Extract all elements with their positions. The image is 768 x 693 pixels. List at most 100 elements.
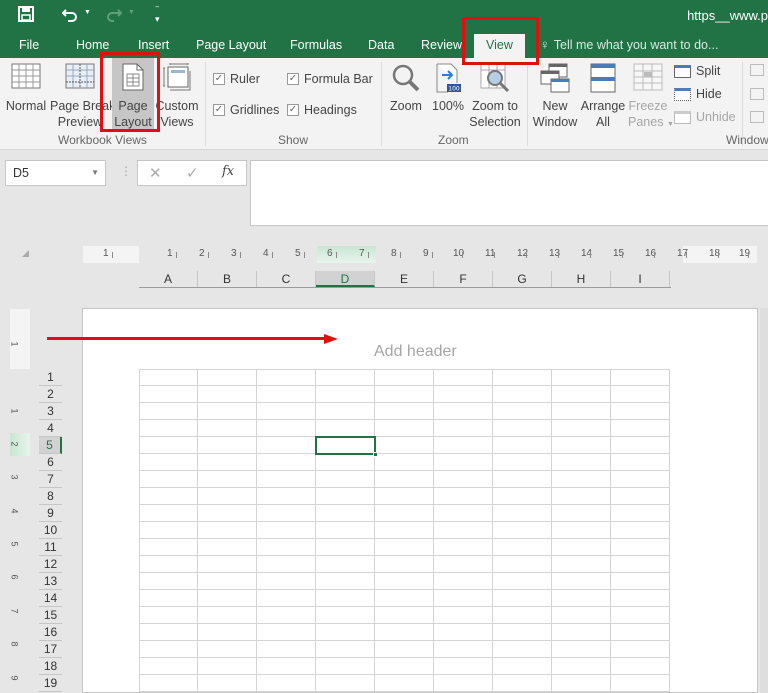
row-header-5[interactable]: 5	[39, 437, 62, 454]
cell-e8[interactable]	[375, 488, 434, 505]
row-header-2[interactable]: 2	[39, 386, 62, 403]
cell-a2[interactable]	[139, 386, 198, 403]
row-header-17[interactable]: 17	[39, 641, 62, 658]
cell-d11[interactable]	[316, 539, 375, 556]
cell-c19[interactable]	[257, 675, 316, 692]
cell-a19[interactable]	[139, 675, 198, 692]
cell-i8[interactable]	[611, 488, 670, 505]
cell-h15[interactable]	[552, 607, 611, 624]
vertical-scrollbar[interactable]	[760, 308, 768, 693]
cell-i4[interactable]	[611, 420, 670, 437]
cell-h1[interactable]	[552, 369, 611, 386]
cell-b3[interactable]	[198, 403, 257, 420]
cell-e18[interactable]	[375, 658, 434, 675]
arrange-all-button[interactable]: Arrange All	[580, 58, 626, 130]
cell-g2[interactable]	[493, 386, 552, 403]
undo-dropdown-icon[interactable]: ▼	[84, 9, 91, 16]
cell-f11[interactable]	[434, 539, 493, 556]
cell-b2[interactable]	[198, 386, 257, 403]
cell-f12[interactable]	[434, 556, 493, 573]
row-header-12[interactable]: 12	[39, 556, 62, 573]
cell-e11[interactable]	[375, 539, 434, 556]
page-layout-view-button[interactable]: Page Layout	[112, 58, 154, 130]
cell-d13[interactable]	[316, 573, 375, 590]
tab-data[interactable]: Data	[368, 34, 394, 58]
cell-h17[interactable]	[552, 641, 611, 658]
cell-a5[interactable]	[139, 437, 198, 454]
cell-b1[interactable]	[198, 369, 257, 386]
cell-h16[interactable]	[552, 624, 611, 641]
column-header-a[interactable]: A	[139, 271, 198, 287]
cell-d3[interactable]	[316, 403, 375, 420]
cell-c11[interactable]	[257, 539, 316, 556]
column-header-b[interactable]: B	[198, 271, 257, 287]
cell-d8[interactable]	[316, 488, 375, 505]
gridlines-checkbox[interactable]: ✓ Gridlines	[213, 103, 279, 117]
cell-h5[interactable]	[552, 437, 611, 454]
cell-d7[interactable]	[316, 471, 375, 488]
cell-e3[interactable]	[375, 403, 434, 420]
column-header-f[interactable]: F	[434, 271, 493, 287]
page-break-preview-button[interactable]: Page Break Preview	[50, 58, 115, 130]
cell-i2[interactable]	[611, 386, 670, 403]
row-header-4[interactable]: 4	[39, 420, 62, 437]
row-header-1[interactable]: 1	[39, 369, 62, 386]
tab-insert[interactable]: Insert	[138, 34, 169, 58]
cell-d18[interactable]	[316, 658, 375, 675]
insert-function-icon[interactable]: fx	[222, 164, 234, 179]
cell-g12[interactable]	[493, 556, 552, 573]
tell-me-search[interactable]: ♀ Tell me what you want to do...	[540, 34, 718, 58]
row-header-15[interactable]: 15	[39, 607, 62, 624]
cell-e6[interactable]	[375, 454, 434, 471]
cell-e15[interactable]	[375, 607, 434, 624]
cell-f19[interactable]	[434, 675, 493, 692]
cell-a17[interactable]	[139, 641, 198, 658]
unhide-button[interactable]: Unhide	[674, 110, 736, 124]
cell-grid[interactable]	[139, 369, 671, 693]
active-cell-d5[interactable]	[315, 436, 378, 457]
normal-view-button[interactable]: Normal	[4, 58, 48, 130]
cell-h18[interactable]	[552, 658, 611, 675]
column-header-i[interactable]: I	[611, 271, 670, 287]
vertical-ruler[interactable]: 1 1 2 3 4 5 6 7 8 9	[10, 309, 30, 693]
cell-g3[interactable]	[493, 403, 552, 420]
cell-g10[interactable]	[493, 522, 552, 539]
formula-bar-checkbox[interactable]: ✓ Formula Bar	[287, 72, 373, 86]
row-header-8[interactable]: 8	[39, 488, 62, 505]
cell-i12[interactable]	[611, 556, 670, 573]
cell-b15[interactable]	[198, 607, 257, 624]
cell-i9[interactable]	[611, 505, 670, 522]
column-header-h[interactable]: H	[552, 271, 611, 287]
cell-c14[interactable]	[257, 590, 316, 607]
cell-a14[interactable]	[139, 590, 198, 607]
cell-h12[interactable]	[552, 556, 611, 573]
cell-g15[interactable]	[493, 607, 552, 624]
cell-i17[interactable]	[611, 641, 670, 658]
cell-i5[interactable]	[611, 437, 670, 454]
cell-f13[interactable]	[434, 573, 493, 590]
cell-a10[interactable]	[139, 522, 198, 539]
cell-c18[interactable]	[257, 658, 316, 675]
row-header-16[interactable]: 16	[39, 624, 62, 641]
cell-e4[interactable]	[375, 420, 434, 437]
cell-c9[interactable]	[257, 505, 316, 522]
cell-d19[interactable]	[316, 675, 375, 692]
cell-f3[interactable]	[434, 403, 493, 420]
name-box-dropdown-icon[interactable]: ▼	[91, 161, 99, 185]
cell-a15[interactable]	[139, 607, 198, 624]
row-header-14[interactable]: 14	[39, 590, 62, 607]
column-header-c[interactable]: C	[257, 271, 316, 287]
cell-a3[interactable]	[139, 403, 198, 420]
cell-g13[interactable]	[493, 573, 552, 590]
cell-f8[interactable]	[434, 488, 493, 505]
cell-f9[interactable]	[434, 505, 493, 522]
cell-e12[interactable]	[375, 556, 434, 573]
cell-b17[interactable]	[198, 641, 257, 658]
add-header-placeholder[interactable]: Add header	[374, 343, 457, 361]
cell-c6[interactable]	[257, 454, 316, 471]
cell-b6[interactable]	[198, 454, 257, 471]
cell-g18[interactable]	[493, 658, 552, 675]
cell-b10[interactable]	[198, 522, 257, 539]
cell-b7[interactable]	[198, 471, 257, 488]
cell-a16[interactable]	[139, 624, 198, 641]
